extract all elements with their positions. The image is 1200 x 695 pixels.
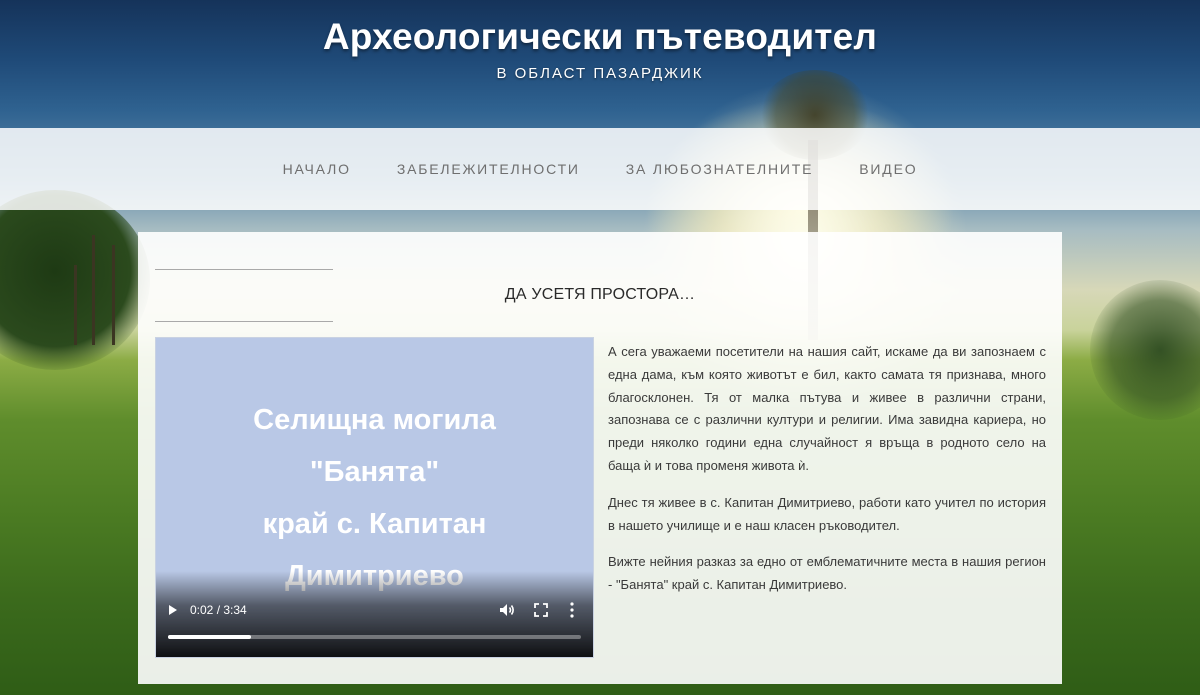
paragraph: Днес тя живее в с. Капитан Димитриево, р… (608, 494, 1046, 533)
volume-icon[interactable] (499, 603, 515, 617)
palm-tree (74, 265, 77, 345)
divider-bottom (155, 321, 333, 322)
article-text: А сега уважаеми посетители на нашия сайт… (608, 341, 1046, 611)
more-vertical-icon[interactable] (569, 602, 575, 618)
video-title-line: край с. Капитан (262, 508, 487, 540)
video-title-line: "Банята" (309, 456, 440, 488)
paragraph: Вижте нейния разказ за едно от емблемати… (608, 554, 1046, 593)
palm-tree (92, 235, 95, 345)
site-subtitle: В ОБЛАСТ ПАЗАРДЖИК (496, 65, 704, 82)
content-panel: ДА УСЕТЯ ПРОСТОРА… Селищна могила "Банят… (138, 232, 1062, 684)
video-progress-fill (168, 635, 251, 639)
paragraph: А сега уважаеми посетители на нашия сайт… (608, 344, 1046, 473)
divider-top (155, 269, 333, 270)
nav-item-video[interactable]: ВИДЕО (836, 161, 940, 177)
tree-right (1090, 280, 1200, 420)
fullscreen-icon[interactable] (534, 603, 548, 617)
section-title: ДА УСЕТЯ ПРОСТОРА… (504, 286, 696, 303)
main-nav: НАЧАЛО ЗАБЕЛЕЖИТЕЛНОСТИ ЗА ЛЮБОЗНАТЕЛНИТ… (0, 128, 1200, 210)
play-icon[interactable] (169, 605, 177, 615)
nav-item-landmarks[interactable]: ЗАБЕЛЕЖИТЕЛНОСТИ (374, 161, 603, 177)
video-player[interactable]: Селищна могила "Банята" край с. Капитан … (155, 337, 594, 658)
video-title-line: Селищна могила (253, 404, 496, 436)
video-time: 0:02 / 3:34 (190, 603, 247, 617)
palm-tree (112, 245, 115, 345)
video-progress-track[interactable] (168, 635, 581, 639)
site-title[interactable]: Археологически пътеводител (0, 16, 1200, 58)
nav-item-home[interactable]: НАЧАЛО (260, 161, 374, 177)
video-controls: 0:02 / 3:34 (156, 571, 593, 657)
site-header: Археологически пътеводител В ОБЛАСТ ПАЗА… (0, 0, 1200, 128)
nav-item-curious[interactable]: ЗА ЛЮБОЗНАТЕЛНИТЕ (603, 161, 837, 177)
